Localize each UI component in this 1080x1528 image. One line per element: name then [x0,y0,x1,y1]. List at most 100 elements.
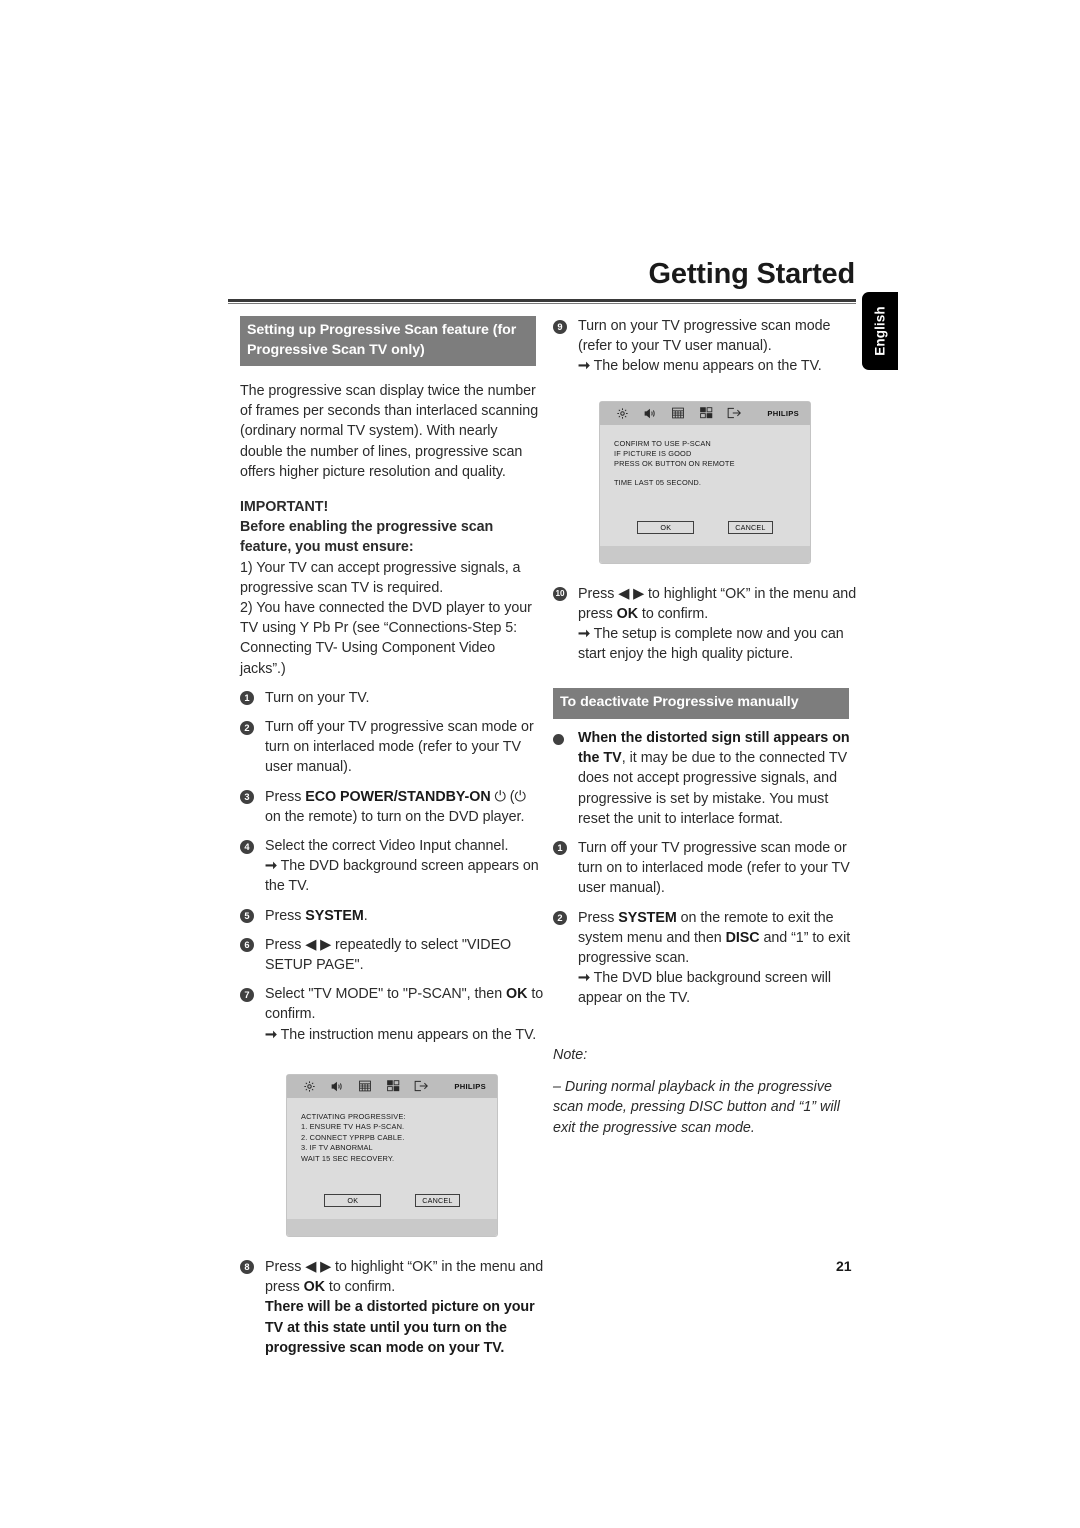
step-number: 2 [553,911,567,926]
tv-menu-line: WAIT 15 SEC RECOVERY. [301,1153,395,1163]
tv-menu-footer-strip [287,1218,497,1236]
language-tab-label: English [872,306,888,356]
step-5: 5 Press SYSTEM. [240,906,544,926]
step-number: 3 [240,790,254,805]
tv-menu-screenshot-confirm: PHILIPS CONFIRM TO USE P-SCAN IF PICTURE… [599,400,811,564]
step-text: Press ◀ ▶ repeatedly to select "VIDEO SE… [265,936,512,974]
step-number: 10 [553,587,567,602]
tv-menu-ok-button[interactable]: OK [324,1193,382,1207]
tv-menu-screenshot-activating: PHILIPS ACTIVATING PROGRESSIVE: 1. ENSUR… [286,1073,498,1237]
step-result: ➞ The DVD blue background screen will ap… [578,968,857,1008]
step-text: Turn off your TV progressive scan mode o… [578,839,850,897]
page-number: 21 [836,1258,852,1274]
tv-menu-line: 1. ENSURE TV HAS P-SCAN. [301,1122,405,1132]
step-text: Turn off your TV progressive scan mode o… [265,719,534,776]
intro-paragraph: The progressive scan display twice the n… [240,383,539,480]
step-result: ➞ The DVD background screen appears on t… [265,856,544,896]
tv-menu-line: 2. CONNECT YPRPB CABLE. [301,1132,405,1142]
language-tab: English [862,292,898,370]
bullet-icon [553,733,564,745]
philips-logo: PHILIPS [767,408,799,418]
step-text-pre: Press [265,907,306,924]
grid-icon[interactable] [664,407,692,419]
step-10: 10 Press ◀ ▶ to highlight “OK” in the me… [553,584,857,665]
step-text-pre: Press [265,788,306,805]
step-text-pre: Select "TV MODE" to "P-SCAN", then [265,986,507,1003]
tv-menu-line: CONFIRM TO USE P-SCAN [614,438,711,448]
gear-icon[interactable] [608,407,636,420]
step-8: 8 Press ◀ ▶ to highlight “OK” in the men… [240,1257,544,1358]
tv-menu-line: TIME LAST 05 SECOND. [614,477,702,487]
deactivate-step-2: 2 Press SYSTEM on the remote to exit the… [553,908,857,1009]
step-2: 2 Turn off your TV progressive scan mode… [240,717,544,778]
tv-menu-line: IF PICTURE IS GOOD [614,449,692,459]
tv-menu-message: ACTIVATING PROGRESSIVE: 1. ENSURE TV HAS… [287,1097,497,1184]
manual-page: Getting Started English Setting up Progr… [0,0,1080,1528]
arrow-icon: ➞ [265,1026,277,1043]
tv-menu-toolbar: PHILIPS [287,1074,497,1098]
button-name-system: SYSTEM [305,907,364,924]
page-title: Getting Started [648,258,856,290]
exit-icon[interactable] [407,1080,435,1092]
button-name-system: SYSTEM [618,909,677,926]
header-divider-thin [228,303,856,304]
button-name-ok: OK [303,1279,325,1296]
step-result-text: The DVD blue background screen will appe… [578,970,832,1007]
philips-logo: PHILIPS [454,1081,486,1091]
tv-menu-line: PRESS OK BUTTON ON REMOTE [614,459,735,469]
step-text: Select the correct Video Input channel. [265,838,509,855]
gear-icon[interactable] [295,1080,323,1093]
right-column: 9 Turn on your TV progressive scan mode … [553,316,857,1152]
tv-menu-message: CONFIRM TO USE P-SCAN IF PICTURE IS GOOD… [600,424,810,511]
step-number: 1 [553,841,567,856]
step-6: 6 Press ◀ ▶ repeatedly to select "VIDEO … [240,935,544,975]
step-4: 4 Select the correct Video Input channel… [240,836,544,897]
tv-menu-cancel-button[interactable]: CANCEL [415,1193,460,1207]
step-number: 9 [553,319,567,334]
step-8-warning: There will be a distorted picture on you… [265,1299,535,1356]
step-result: ➞ The instruction menu appears on the TV… [265,1025,544,1045]
step-1: 1 Turn on your TV. [240,688,544,708]
step-result-text: The setup is complete now and you can st… [578,626,844,663]
step-number: 2 [240,720,254,735]
tv-menu-toolbar: PHILIPS [600,401,810,425]
step-result-text: The instruction menu appears on the TV. [280,1026,537,1043]
arrow-icon: ➞ [578,970,590,987]
tv-menu-ok-button[interactable]: OK [637,520,695,534]
deactivate-bullet: When the distorted sign still appears on… [553,728,857,829]
speaker-icon[interactable] [323,1080,351,1093]
grid-icon[interactable] [351,1080,379,1092]
exit-icon[interactable] [720,407,748,419]
tv-menu-cancel-button[interactable]: CANCEL [728,520,773,534]
arrow-icon: ➞ [578,626,590,643]
section-band-progressive-scan: Setting up Progressive Scan feature (for… [240,316,536,366]
step-result: ➞ The below menu appears on the TV. [578,356,857,376]
note-text: – During normal playback in the progress… [553,1079,840,1136]
tv-menu-buttons: OK CANCEL [600,510,810,546]
arrow-icon: ➞ [265,858,277,875]
step-number: 7 [240,987,254,1002]
deactivate-step-1: 1 Turn off your TV progressive scan mode… [553,838,857,899]
step-number: 1 [240,691,254,706]
squares-icon[interactable] [692,407,720,419]
step-text-pre: Press [578,909,619,926]
step-result-text: The DVD background screen appears on the… [265,858,539,895]
button-name-eco-power: ECO POWER/STANDBY-ON [305,788,491,805]
tv-menu-buttons: OK CANCEL [287,1183,497,1219]
step-9: 9 Turn on your TV progressive scan mode … [553,316,857,377]
step-result: ➞ The setup is complete now and you can … [578,624,857,664]
arrow-icon: ➞ [578,358,590,375]
tv-menu-screenshot-activating-wrap: PHILIPS ACTIVATING PROGRESSIVE: 1. ENSUR… [240,1073,544,1237]
left-column: Setting up Progressive Scan feature (for… [240,316,544,1367]
header-divider [228,299,856,302]
speaker-icon[interactable] [636,407,664,420]
section-band-deactivate: To deactivate Progressive manually [553,688,849,719]
important-subtitle: Before enabling the progressive scan fea… [240,519,494,556]
step-3: 3 Press ECO POWER/STANDBY-ON ⏻ (⏻ on the… [240,787,544,827]
squares-icon[interactable] [379,1080,407,1092]
important-label: IMPORTANT! [240,499,329,516]
tv-menu-screenshot-confirm-wrap: PHILIPS CONFIRM TO USE P-SCAN IF PICTURE… [553,400,857,564]
step-text: Turn on your TV progressive scan mode (r… [578,318,831,355]
step-number: 6 [240,938,254,953]
step-result-text: The below menu appears on the TV. [593,358,822,375]
